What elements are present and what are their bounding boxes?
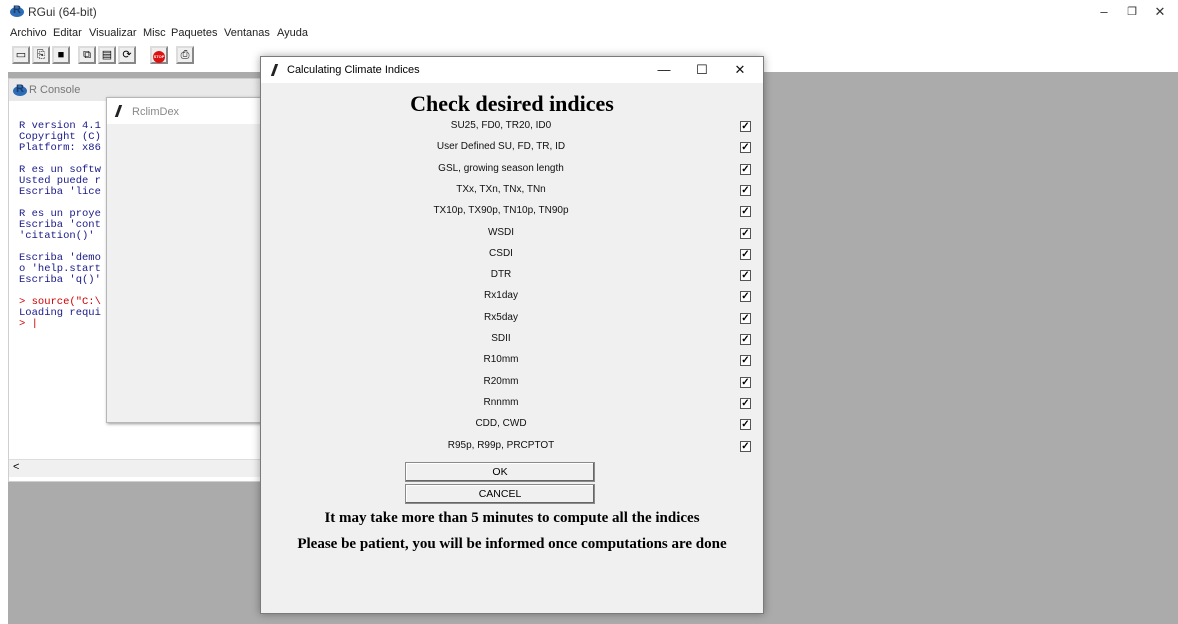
index-label: Rnnmm — [483, 396, 519, 408]
close-button[interactable]: ✕ — [1146, 2, 1174, 22]
index-checkbox[interactable]: ✓ — [740, 270, 751, 282]
calculating-indices-dialog[interactable]: Calculating Climate Indices — ☐ ✕ Check … — [260, 56, 764, 614]
index-label: User Defined SU, FD, TR, ID — [436, 141, 566, 153]
console-line: Platform: x86 — [19, 142, 101, 154]
index-label: WSDI — [487, 226, 515, 238]
index-label: TXx, TXn, TNx, TNn — [456, 183, 546, 195]
index-row: DTR ✓ — [261, 265, 761, 286]
load-workspace-icon[interactable]: ⎘ — [32, 46, 50, 64]
duration-message: It may take more than 5 minutes to compu… — [324, 510, 700, 526]
dialog-close-button[interactable]: ✕ — [725, 60, 755, 80]
stop-sign: STOP — [153, 51, 165, 63]
dialog-maximize-button[interactable]: ☐ — [687, 60, 717, 80]
menu-archivo[interactable]: Archivo — [10, 27, 47, 39]
index-row: WSDI ✓ — [261, 223, 761, 244]
index-checkbox[interactable]: ✓ — [740, 163, 751, 175]
index-checkbox[interactable]: ✓ — [740, 440, 751, 452]
paste-icon[interactable]: ▤ — [98, 46, 116, 64]
menu-visualizar[interactable]: Visualizar — [89, 27, 137, 39]
index-checkbox[interactable]: ✓ — [740, 206, 751, 218]
index-label: CSDI — [489, 247, 513, 259]
menu-misc[interactable]: Misc — [143, 27, 166, 39]
index-row: SU25, FD0, TR20, ID0 ✓ — [261, 116, 761, 137]
index-row: User Defined SU, FD, TR, ID ✓ — [261, 137, 761, 158]
index-row: GSL, growing season length ✓ — [261, 159, 761, 180]
dialog-title: Calculating Climate Indices — [287, 64, 420, 76]
stop-icon[interactable]: STOP — [150, 46, 168, 64]
index-checkbox[interactable]: ✓ — [740, 121, 751, 132]
dialog-minimize-button[interactable]: — — [649, 60, 679, 80]
copy-icon[interactable]: ⧉ — [78, 46, 96, 64]
minimize-button[interactable]: – — [1090, 2, 1118, 22]
r-logo-icon — [10, 4, 24, 17]
index-checkbox[interactable]: ✓ — [740, 227, 751, 239]
console-prompt[interactable]: > | — [19, 318, 38, 330]
index-row: CSDI ✓ — [261, 244, 761, 265]
index-label: SDII — [491, 333, 511, 344]
index-row: Rx1day ✓ — [261, 286, 761, 307]
index-checkbox[interactable]: ✓ — [740, 355, 751, 367]
dialog-heading: Check desired indices — [410, 91, 614, 116]
save-icon[interactable]: ■ — [52, 46, 70, 64]
feather-icon — [270, 64, 285, 76]
ok-button[interactable]: OK — [405, 462, 595, 482]
horizontal-scrollbar[interactable]: < — [9, 459, 271, 477]
index-row: Rx5day ✓ — [261, 308, 761, 329]
console-line: 'citation()' — [19, 230, 95, 242]
index-label: R95p, R99p, PRCPTOT — [447, 439, 555, 451]
console-output: R version 4.1 Copyright (C) Platform: x8… — [19, 121, 101, 330]
app-title: RGui (64-bit) — [28, 5, 97, 19]
index-row: R95p, R99p, PRCPTOT ✓ — [261, 436, 761, 457]
index-label: TX10p, TX90p, TN10p, TN90p — [433, 205, 569, 217]
app-titlebar: RGui (64-bit) – ❐ ✕ — [0, 0, 1178, 24]
index-label: R10mm — [483, 354, 519, 366]
index-label: Rx5day — [484, 311, 518, 323]
index-checkbox[interactable]: ✓ — [740, 376, 751, 388]
rclimdex-titlebar: RclimDex — [107, 98, 267, 124]
index-row: CDD, CWD ✓ — [261, 414, 761, 435]
menu-ventanas[interactable]: Ventanas — [224, 27, 270, 39]
index-checkbox[interactable]: ✓ — [740, 184, 751, 196]
dialog-titlebar: Calculating Climate Indices — ☐ ✕ — [261, 57, 763, 83]
index-row: TXx, TXn, TNx, TNn ✓ — [261, 180, 761, 201]
index-label: SU25, FD0, TR20, ID0 — [450, 120, 552, 131]
console-line: Escriba 'lice — [19, 186, 101, 198]
index-label: R20mm — [483, 375, 519, 387]
index-checkbox[interactable]: ✓ — [740, 334, 751, 345]
index-row: SDII ✓ — [261, 329, 761, 350]
copy-paste-icon[interactable]: ⟳ — [118, 46, 136, 64]
scroll-left-icon[interactable]: < — [13, 461, 19, 473]
index-checkbox[interactable]: ✓ — [740, 312, 751, 324]
feather-icon — [114, 105, 129, 117]
cancel-button[interactable]: CANCEL — [405, 484, 595, 504]
index-row: R20mm ✓ — [261, 372, 761, 393]
index-checkbox[interactable]: ✓ — [740, 291, 751, 303]
index-label: CDD, CWD — [475, 418, 527, 430]
patience-message: Please be patient, you will be informed … — [297, 536, 727, 552]
print-icon[interactable]: ⎙ — [176, 46, 194, 64]
index-checkbox[interactable]: ✓ — [740, 142, 751, 154]
open-script-icon[interactable]: ▭ — [12, 46, 30, 64]
r-logo-icon — [13, 83, 27, 96]
index-label: GSL, growing season length — [438, 162, 564, 174]
rclimdex-title: RclimDex — [132, 106, 180, 118]
menu-ayuda[interactable]: Ayuda — [277, 27, 308, 39]
index-checkbox[interactable]: ✓ — [740, 419, 751, 431]
index-row: R10mm ✓ — [261, 350, 761, 371]
index-checkbox[interactable]: ✓ — [740, 248, 751, 260]
menu-editar[interactable]: Editar — [53, 27, 82, 39]
r-console-title: R Console — [29, 84, 81, 96]
index-row: TX10p, TX90p, TN10p, TN90p ✓ — [261, 201, 761, 222]
console-line: Escriba 'q()' — [19, 274, 101, 286]
index-checkbox[interactable]: ✓ — [740, 397, 751, 409]
index-label: Rx1day — [484, 290, 518, 302]
menu-paquetes[interactable]: Paquetes — [171, 27, 217, 39]
rclimdex-window[interactable]: RclimDex — [106, 97, 268, 423]
index-row: Rnnmm ✓ — [261, 393, 761, 414]
menu-bar: Archivo Editar Visualizar Misc Paquetes … — [0, 24, 1178, 44]
restore-button[interactable]: ❐ — [1118, 2, 1146, 22]
index-label: DTR — [490, 269, 512, 281]
